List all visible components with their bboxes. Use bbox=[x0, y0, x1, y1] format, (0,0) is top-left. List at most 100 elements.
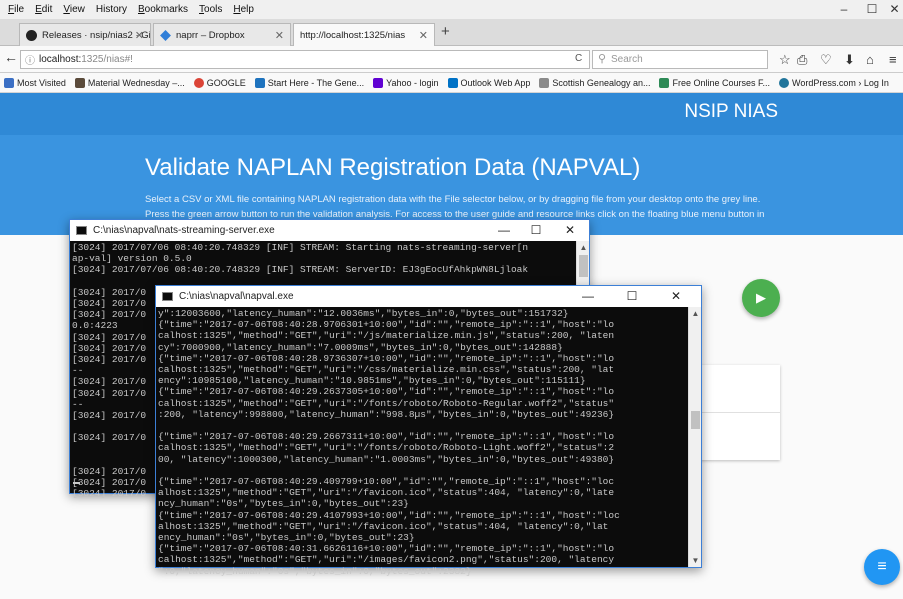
bookmarks-toolbar: Most Visited Material Wednesday –... GOO… bbox=[0, 73, 903, 93]
hamburger-menu-icon[interactable]: ≡ bbox=[889, 52, 897, 67]
console-line: ncy_human":"0s","bytes_in":0,"bytes_out"… bbox=[158, 498, 409, 510]
console-line: calhost:1325","method":"GET","uri":"/js/… bbox=[158, 330, 615, 342]
console-titlebar[interactable]: C:\nias\napval\napval.exe — ☐ ✕ bbox=[156, 286, 701, 307]
run-validation-button[interactable]: ▶ bbox=[742, 279, 780, 317]
console-minimize-button[interactable]: — bbox=[489, 220, 519, 241]
bookmark-icon bbox=[659, 77, 670, 88]
menu-icon: ≡ bbox=[877, 558, 887, 575]
bookmark-outlook[interactable]: Outlook Web App bbox=[447, 77, 530, 88]
menu-bar: File Edit View History Bookmarks Tools H… bbox=[0, 0, 903, 19]
tab-close-icon[interactable]: ✕ bbox=[275, 29, 284, 42]
search-placeholder: Search bbox=[611, 54, 643, 65]
menu-tools[interactable]: Tools bbox=[199, 4, 222, 15]
search-input[interactable]: ⚲ Search bbox=[592, 50, 768, 69]
tab-label: http://localhost:1325/nias bbox=[300, 30, 406, 41]
floating-menu-button[interactable]: ≡ bbox=[864, 549, 900, 585]
bookmark-icon bbox=[4, 77, 14, 88]
console-line: cy":7000900,"latency_human":"7.0009ms","… bbox=[158, 341, 563, 353]
console-line: {"time":"2017-07-06T08:40:29.409799+10:0… bbox=[158, 476, 615, 488]
console-minimize-button[interactable]: — bbox=[573, 286, 603, 307]
dropbox-icon bbox=[160, 29, 171, 41]
tab-localhost[interactable]: http://localhost:1325/nias ✕ bbox=[293, 23, 435, 47]
pocket-icon[interactable]: ♡ bbox=[820, 52, 832, 68]
console-line: y":12003600,"latency_human":"12.0036ms",… bbox=[158, 308, 569, 319]
instructions-line-1: Select a CSV or XML file containing NAPL… bbox=[145, 194, 761, 205]
bookmark-icon bbox=[539, 77, 550, 88]
bookmark-icon bbox=[254, 77, 265, 88]
window-close-button[interactable]: ✕ bbox=[886, 0, 903, 19]
bookmark-yahoo[interactable]: Yahoo - login bbox=[373, 77, 439, 88]
window-maximize-button[interactable]: ☐ bbox=[858, 0, 886, 19]
menu-help[interactable]: Help bbox=[233, 4, 254, 15]
tab-dropbox[interactable]: naprr – Dropbox ✕ bbox=[153, 23, 291, 46]
menu-view[interactable]: View bbox=[63, 4, 85, 15]
scroll-thumb[interactable] bbox=[691, 411, 700, 429]
url-host: localhost: bbox=[39, 54, 82, 65]
new-tab-button[interactable]: + bbox=[441, 23, 450, 40]
brand-logo[interactable]: NSIP NIAS bbox=[684, 101, 778, 123]
scroll-up-icon[interactable]: ▲ bbox=[577, 243, 590, 252]
console-line: calhost:1325","method":"GET","uri":"/fon… bbox=[158, 397, 615, 409]
console-line: :200, "latency":998800,"latency_human":"… bbox=[158, 408, 615, 420]
home-icon[interactable]: ⌂ bbox=[866, 52, 874, 67]
tab-label: naprr – Dropbox bbox=[176, 29, 245, 41]
console-line: {"time":"2017-07-06T08:40:31.6626116+10:… bbox=[158, 543, 615, 555]
page-title: Validate NAPLAN Registration Data (NAPVA… bbox=[145, 154, 641, 181]
bookmark-wordpress[interactable]: WordPress.com › Log In bbox=[779, 77, 889, 88]
napval-console-window[interactable]: C:\nias\napval\napval.exe — ☐ ✕ y":12003… bbox=[155, 285, 702, 577]
console-line: [3024] 2017/07/06 08:40:20.748329 [INF] … bbox=[72, 264, 529, 276]
text-cursor bbox=[73, 482, 80, 484]
bookmark-scottish-genealogy[interactable]: Scottish Genealogy an... bbox=[539, 77, 650, 88]
console-line: calhost:1325","method":"GET","uri":"/fon… bbox=[158, 442, 615, 454]
console-line: {"time":"2017-07-06T08:40:28.9706301+10:… bbox=[158, 319, 615, 331]
url-bar[interactable]: ⓘ localhost: 1325/nias#! bbox=[20, 50, 590, 69]
bookmark-icon bbox=[74, 77, 85, 88]
console-line: {"time":"2017-07-06T08:40:29.2667311+10:… bbox=[158, 431, 615, 443]
console-output: y":12003600,"latency_human":"12.0036ms",… bbox=[158, 308, 620, 577]
download-icon[interactable]: ⬇ bbox=[844, 52, 855, 68]
console-line: ":0,"latency_human":"0s","bytes_in":0,"b… bbox=[158, 565, 472, 577]
console-line: alhost:1325","method":"GET","uri":"/favi… bbox=[158, 520, 609, 532]
tab-close-icon[interactable]: ✕ bbox=[135, 29, 144, 42]
navigation-bar: ← ⓘ localhost: 1325/nias#! C ⚲ Search ☆ ⎙… bbox=[0, 46, 903, 73]
reload-icon[interactable]: C bbox=[575, 53, 582, 64]
bookmark-material-wednesday[interactable]: Material Wednesday –... bbox=[74, 77, 185, 88]
console-line: [3024] 2017/07/06 08:40:20.748329 [INF] … bbox=[72, 242, 529, 253]
tab-releases[interactable]: Releases · nsip/nias2 · GitHu ✕ bbox=[19, 23, 151, 46]
url-path: 1325/nias#! bbox=[81, 54, 133, 65]
console-titlebar[interactable]: C:\nias\napval\nats-streaming-server.exe… bbox=[70, 220, 589, 241]
scroll-down-icon[interactable]: ▼ bbox=[689, 556, 702, 565]
site-info-icon[interactable]: ⓘ bbox=[25, 52, 35, 67]
console-line: calhost:1325","method":"GET","uri":"/ima… bbox=[158, 554, 615, 566]
menu-bookmarks[interactable]: Bookmarks bbox=[138, 4, 188, 15]
bookmark-start-here[interactable]: Start Here - The Gene... bbox=[254, 77, 364, 88]
menu-file[interactable]: File bbox=[8, 4, 24, 15]
scroll-up-icon[interactable]: ▲ bbox=[689, 309, 702, 318]
bookmark-free-online-courses[interactable]: Free Online Courses F... bbox=[659, 77, 770, 88]
bookmark-star-icon[interactable]: ☆ bbox=[779, 52, 791, 68]
console-close-button[interactable]: ✕ bbox=[661, 286, 691, 307]
console-icon bbox=[162, 292, 173, 301]
window-minimize-button[interactable]: – bbox=[830, 0, 858, 19]
bookmark-google[interactable]: GOOGLE bbox=[193, 77, 246, 88]
reading-list-icon[interactable]: ⎙ bbox=[797, 52, 807, 68]
play-icon: ▶ bbox=[756, 290, 766, 305]
tab-close-icon[interactable]: ✕ bbox=[419, 29, 428, 42]
menu-history[interactable]: History bbox=[96, 4, 127, 15]
console-scrollbar[interactable]: ▲ ▼ bbox=[688, 307, 701, 567]
tab-strip: Releases · nsip/nias2 · GitHu ✕ naprr – … bbox=[0, 19, 903, 47]
bookmark-most-visited[interactable]: Most Visited bbox=[4, 77, 66, 88]
console-line: {"time":"2017-07-06T08:40:28.9736307+10:… bbox=[158, 352, 615, 364]
search-icon: ⚲ bbox=[598, 53, 607, 65]
console-maximize-button[interactable]: ☐ bbox=[617, 286, 647, 307]
console-line: {"time":"2017-07-06T08:40:29.4107993+10:… bbox=[158, 509, 620, 521]
console-icon bbox=[76, 226, 87, 235]
scroll-thumb[interactable] bbox=[579, 255, 588, 277]
console-close-button[interactable]: ✕ bbox=[555, 220, 585, 241]
back-button[interactable]: ← bbox=[4, 49, 18, 65]
console-maximize-button[interactable]: ☐ bbox=[521, 220, 551, 241]
console-title: C:\nias\napval\napval.exe bbox=[179, 291, 294, 302]
menu-edit[interactable]: Edit bbox=[35, 4, 52, 15]
